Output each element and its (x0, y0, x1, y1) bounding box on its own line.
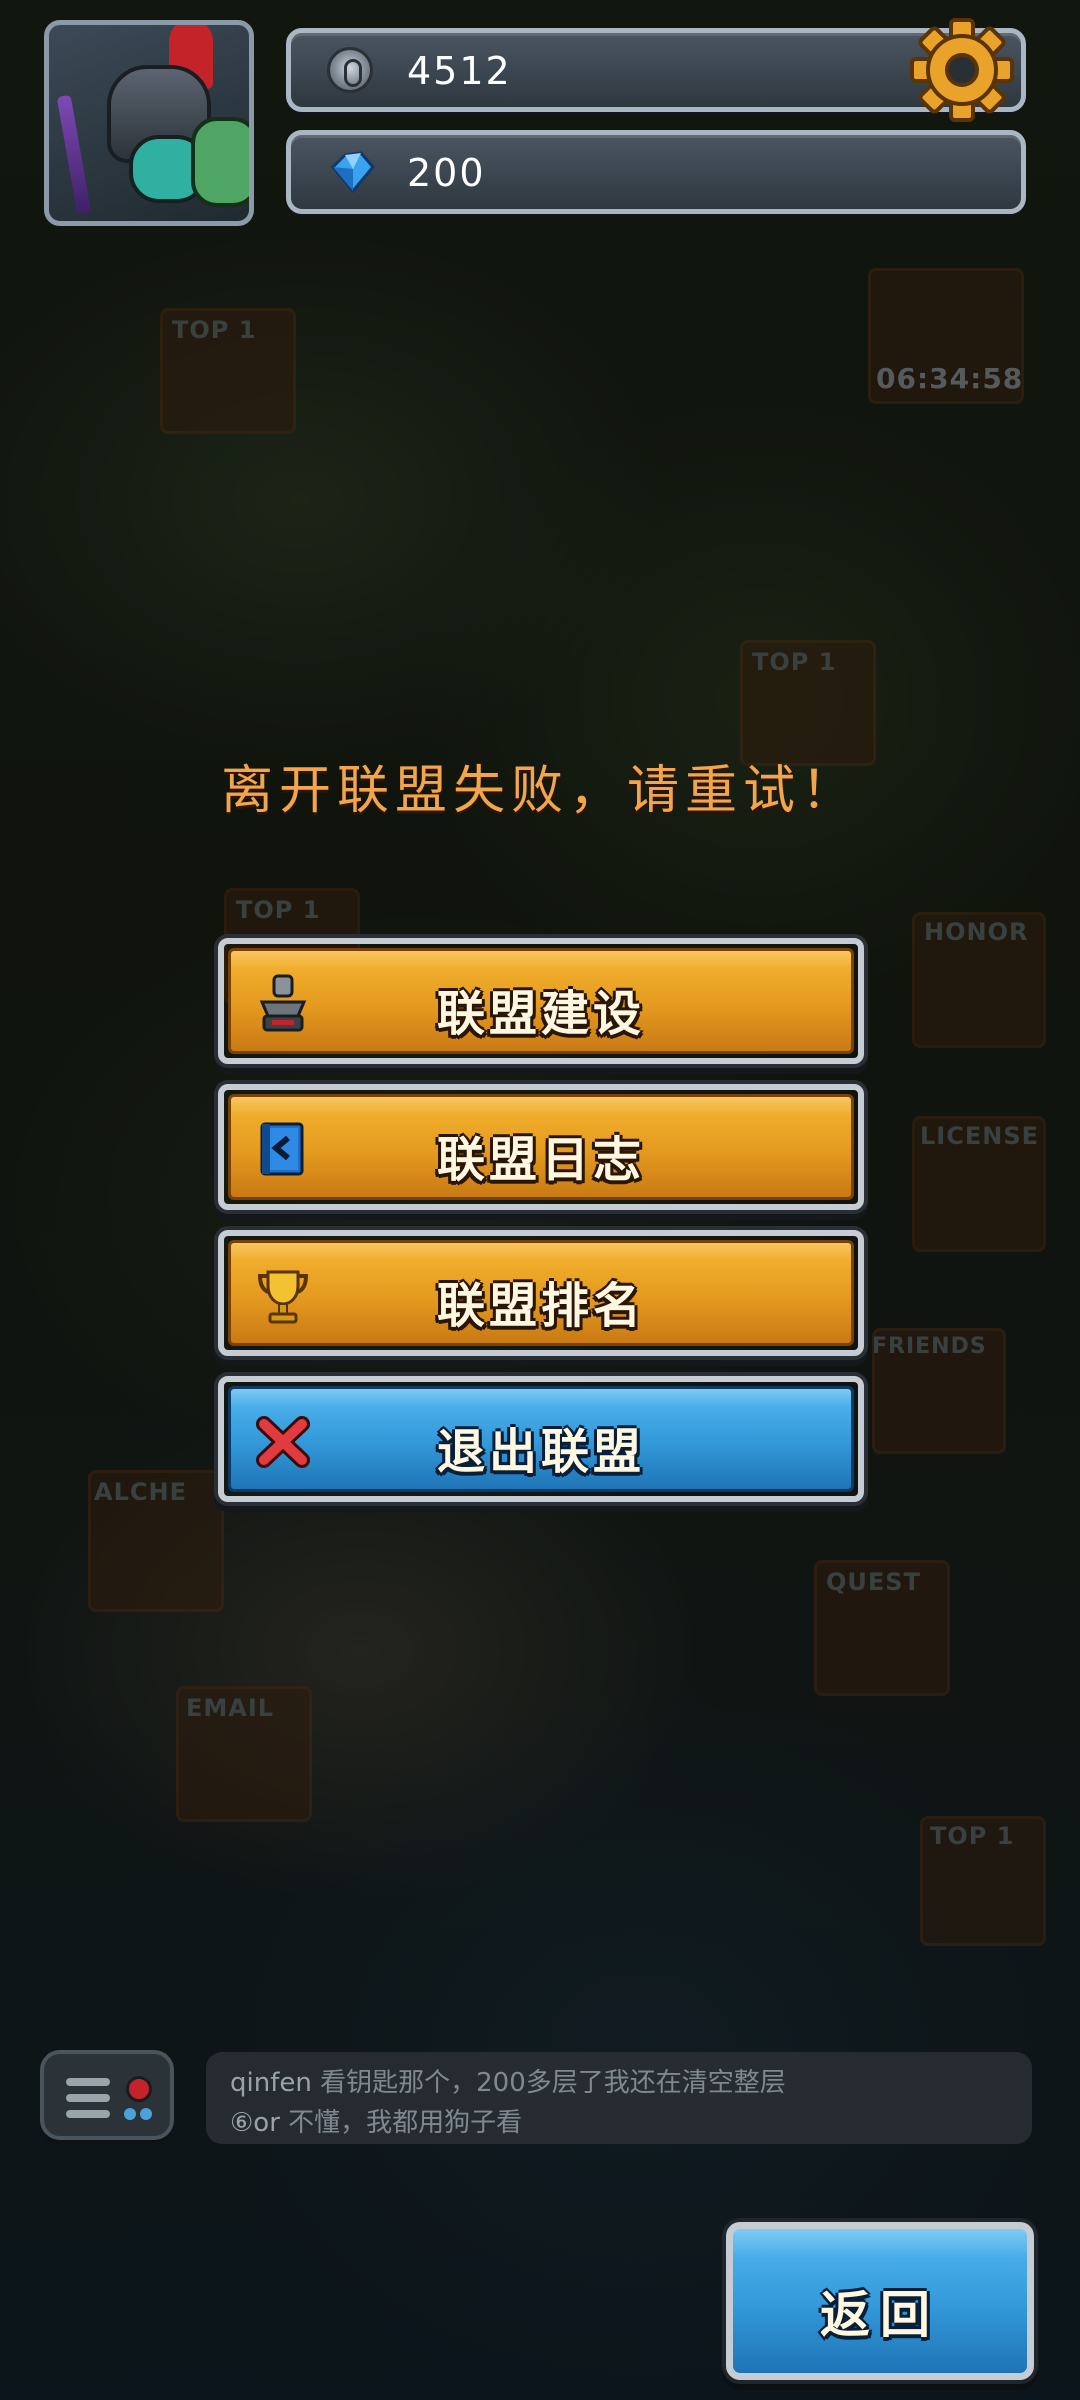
chat-preview[interactable]: qinfen 看钥匙那个，200多层了我还在清空整层 ⑥or 不懂，我都用狗子看 (206, 2052, 1032, 2144)
alliance-log-label: 联盟日志 (436, 1132, 645, 1188)
avatar-sword (56, 94, 92, 216)
gem-count: 200 (407, 151, 486, 195)
back-button[interactable]: 返回 (726, 2222, 1034, 2380)
blue-gem-icon (330, 151, 375, 194)
chat-username: qinfen (230, 2068, 312, 2098)
back-label: 返回 (820, 2286, 940, 2344)
leave-alliance-label: 退出联盟 (436, 1424, 645, 1480)
chat-message: ⑥or 不懂，我都用狗子看 (230, 2102, 522, 2139)
chat-icon-line (66, 2078, 110, 2086)
chat-username: ⑥or (230, 2108, 280, 2138)
chat-icon-line (66, 2110, 110, 2118)
chat-text: 看钥匙那个，200多层了我还在清空整层 (320, 2068, 786, 2098)
alliance-build-button[interactable]: 联盟建设 (218, 938, 864, 1064)
error-message: 离开联盟失败，请重试！ (220, 761, 859, 821)
gem-bar: 200 (286, 130, 1026, 214)
silver-coin-icon (327, 47, 373, 93)
chat-icon-line (66, 2094, 110, 2102)
alliance-log-button[interactable]: 联盟日志 (218, 1084, 864, 1210)
chat-text: 不懂，我都用狗子看 (288, 2108, 523, 2138)
coin-count: 4512 (407, 49, 512, 93)
alliance-ranking-label: 联盟排名 (436, 1278, 645, 1334)
settings-button[interactable] (906, 14, 1018, 126)
player-avatar[interactable] (44, 20, 254, 226)
chat-dot-icon (124, 2108, 136, 2120)
chat-record-icon (126, 2076, 152, 2102)
alliance-ranking-button[interactable]: 联盟排名 (218, 1230, 864, 1356)
chat-dot-icon (140, 2108, 152, 2120)
chat-toggle-button[interactable] (40, 2050, 174, 2140)
leave-alliance-button[interactable]: 退出联盟 (218, 1376, 864, 1502)
chat-message: qinfen 看钥匙那个，200多层了我还在清空整层 (230, 2062, 786, 2099)
gear-icon (910, 18, 1014, 122)
alliance-build-label: 联盟建设 (436, 986, 645, 1042)
avatar-goblin (191, 117, 249, 207)
